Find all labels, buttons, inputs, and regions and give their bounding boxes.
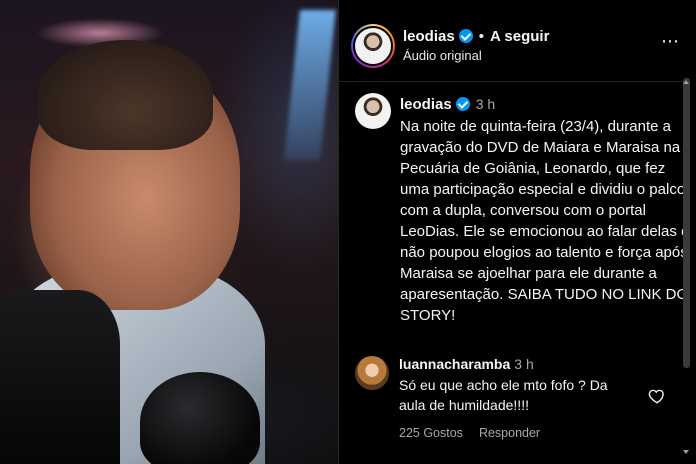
more-options-icon[interactable]: ⋯ xyxy=(661,32,680,50)
caption-avatar[interactable] xyxy=(355,93,391,129)
separator-dot: • xyxy=(478,28,484,45)
caption-text: Na noite de quinta-feira (23/4), durante… xyxy=(400,118,690,324)
verified-badge-icon xyxy=(458,29,473,43)
audio-link[interactable]: Áudio original xyxy=(403,48,482,63)
comment-item: luannacharamba 3 h Só eu que acho ele mto… xyxy=(355,352,681,452)
reply-button[interactable]: Responder xyxy=(479,426,540,440)
avatar xyxy=(353,26,393,66)
commenter-username[interactable]: luannacharamba xyxy=(399,356,510,372)
scroll-down-arrow-icon[interactable] xyxy=(683,450,689,454)
foreground-jacket xyxy=(0,290,120,464)
caption-username[interactable]: leodias xyxy=(400,96,452,113)
microphone xyxy=(140,372,260,464)
comment-meta: 225 Gostos Responder xyxy=(399,426,540,440)
scrollbar[interactable] xyxy=(683,78,690,368)
comment-likes[interactable]: 225 Gostos xyxy=(399,426,463,440)
comment-text: Só eu que acho ele mto fofo ? Da aula de… xyxy=(399,377,608,413)
caption-time[interactable]: 3 h xyxy=(476,96,495,112)
post-details-panel: leodias • A seguir Áudio original ⋯ leodia… xyxy=(338,0,696,464)
commenter-avatar[interactable] xyxy=(355,356,389,390)
comment-time[interactable]: 3 h xyxy=(514,356,533,372)
header-username[interactable]: leodias xyxy=(403,28,455,45)
story-ring-avatar[interactable] xyxy=(351,24,395,68)
comment-header: luannacharamba 3 h xyxy=(399,356,534,372)
verified-badge-icon xyxy=(455,97,470,111)
follow-button[interactable]: A seguir xyxy=(490,28,549,45)
heart-icon[interactable] xyxy=(648,387,666,405)
post-video[interactable] xyxy=(0,0,338,464)
person-hair xyxy=(38,40,213,150)
blue-light-beam xyxy=(284,10,336,160)
instagram-post-window: leodias • A seguir Áudio original ⋯ leodia… xyxy=(0,0,696,464)
caption-header: leodias 3 h xyxy=(400,96,495,113)
post-header: leodias • A seguir Áudio original ⋯ xyxy=(339,0,687,82)
scroll-up-arrow-icon[interactable] xyxy=(683,80,689,84)
header-title-line: leodias • A seguir xyxy=(403,28,549,45)
